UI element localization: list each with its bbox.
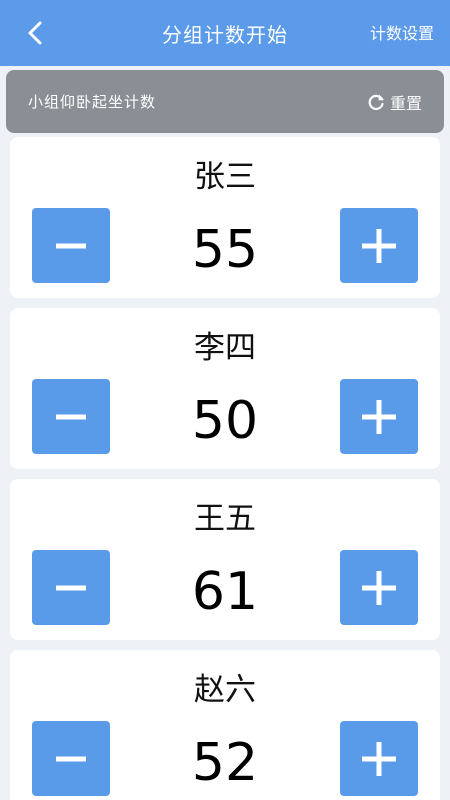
reset-label: 重置	[389, 93, 422, 113]
participant-name: 李四	[194, 330, 256, 366]
plus-icon	[362, 228, 396, 263]
minus-icon	[56, 585, 86, 590]
participant-count: 55	[191, 220, 259, 280]
page-title: 分组计数开始	[162, 22, 288, 47]
participant-name: 王五	[194, 501, 256, 537]
decrement-button[interactable]	[32, 721, 110, 796]
increment-button[interactable]	[340, 550, 418, 625]
plus-icon	[362, 741, 396, 776]
participant-list[interactable]: 张三 55 李四 50 王五 61 赵六 52	[0, 137, 450, 800]
participant-card: 李四 50	[10, 308, 440, 469]
participant-count: 50	[191, 391, 259, 451]
participant-count: 61	[191, 562, 259, 622]
participant-card: 王五 61	[10, 479, 440, 640]
participant-card: 赵六 52	[10, 650, 440, 800]
participant-count: 52	[191, 733, 259, 793]
app-bar: 分组计数开始 计数设置	[0, 0, 450, 66]
back-button[interactable]	[20, 18, 50, 48]
increment-button[interactable]	[340, 208, 418, 283]
group-header-bar: 小组仰卧起坐计数 重置	[6, 70, 444, 133]
participant-name: 张三	[194, 159, 256, 195]
increment-button[interactable]	[340, 721, 418, 796]
chevron-left-icon	[28, 21, 42, 45]
group-title: 小组仰卧起坐计数	[28, 93, 157, 111]
minus-icon	[56, 414, 86, 419]
increment-button[interactable]	[340, 379, 418, 454]
minus-icon	[56, 756, 86, 761]
participant-card: 张三 55	[10, 137, 440, 298]
minus-icon	[56, 243, 86, 248]
decrement-button[interactable]	[32, 550, 110, 625]
count-settings-button[interactable]: 计数设置	[370, 20, 434, 44]
reset-button[interactable]: 重置	[367, 90, 422, 114]
refresh-icon	[368, 94, 384, 110]
participant-name: 赵六	[194, 672, 256, 708]
decrement-button[interactable]	[32, 379, 110, 454]
plus-icon	[362, 570, 396, 605]
decrement-button[interactable]	[32, 208, 110, 283]
plus-icon	[362, 399, 396, 434]
